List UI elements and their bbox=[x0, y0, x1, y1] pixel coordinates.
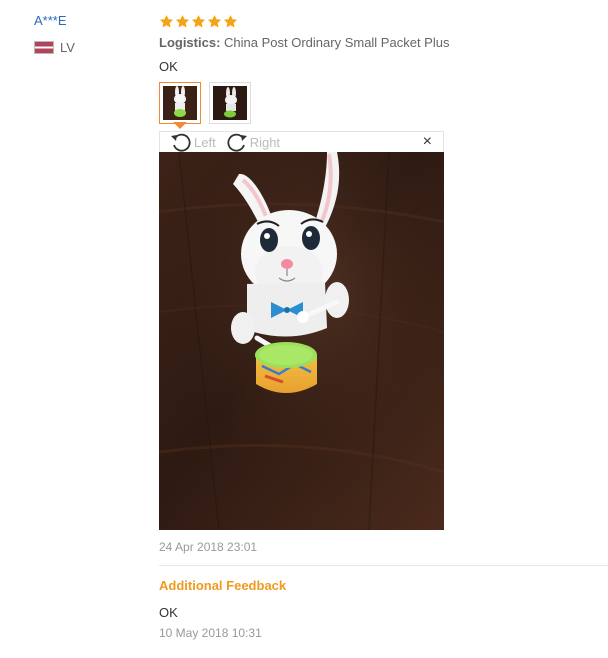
rotate-right-label: Right bbox=[249, 134, 281, 150]
star-icon bbox=[175, 14, 190, 27]
divider bbox=[159, 565, 608, 566]
rotate-left-button[interactable]: Left bbox=[170, 132, 216, 152]
rotate-left-label: Left bbox=[194, 134, 216, 150]
review-item: A***E LV Logistics: China Post Ordinary … bbox=[0, 0, 608, 658]
reviewer-country: LV bbox=[34, 40, 75, 55]
additional-feedback-date: 10 May 2018 10:31 bbox=[159, 626, 262, 640]
review-text: OK bbox=[159, 59, 178, 74]
star-icon bbox=[223, 14, 238, 27]
logistics-value: China Post Ordinary Small Packet Plus bbox=[224, 35, 450, 50]
additional-feedback-text: OK bbox=[159, 605, 178, 620]
photo-thumbnail[interactable] bbox=[159, 82, 201, 124]
photo-thumbnail[interactable] bbox=[209, 82, 251, 124]
rabbit-toy-thumbnail-image bbox=[163, 86, 197, 120]
review-content: Logistics: China Post Ordinary Small Pac… bbox=[159, 12, 608, 640]
review-photo[interactable] bbox=[159, 152, 444, 530]
country-code: LV bbox=[60, 40, 75, 55]
image-viewer-toolbar: Left Right × bbox=[159, 131, 444, 152]
close-icon[interactable]: × bbox=[423, 133, 432, 151]
rotate-right-button[interactable]: Right bbox=[226, 132, 280, 152]
rotate-left-icon bbox=[171, 133, 191, 152]
review-date: 24 Apr 2018 23:01 bbox=[159, 540, 258, 554]
reviewer-name[interactable]: A***E bbox=[34, 13, 67, 28]
rotate-right-icon bbox=[227, 133, 247, 152]
star-icon bbox=[191, 14, 206, 27]
active-thumbnail-pointer bbox=[173, 122, 187, 129]
star-icon bbox=[159, 14, 174, 27]
star-icon bbox=[207, 14, 222, 27]
latvia-flag-icon bbox=[34, 41, 54, 54]
additional-feedback-title: Additional Feedback bbox=[159, 578, 287, 593]
logistics-label: Logistics: bbox=[159, 35, 221, 50]
photo-thumbnails bbox=[159, 82, 608, 129]
star-rating bbox=[159, 12, 608, 30]
rabbit-toy-thumbnail-image bbox=[213, 86, 247, 120]
logistics-info: Logistics: China Post Ordinary Small Pac… bbox=[159, 35, 608, 50]
